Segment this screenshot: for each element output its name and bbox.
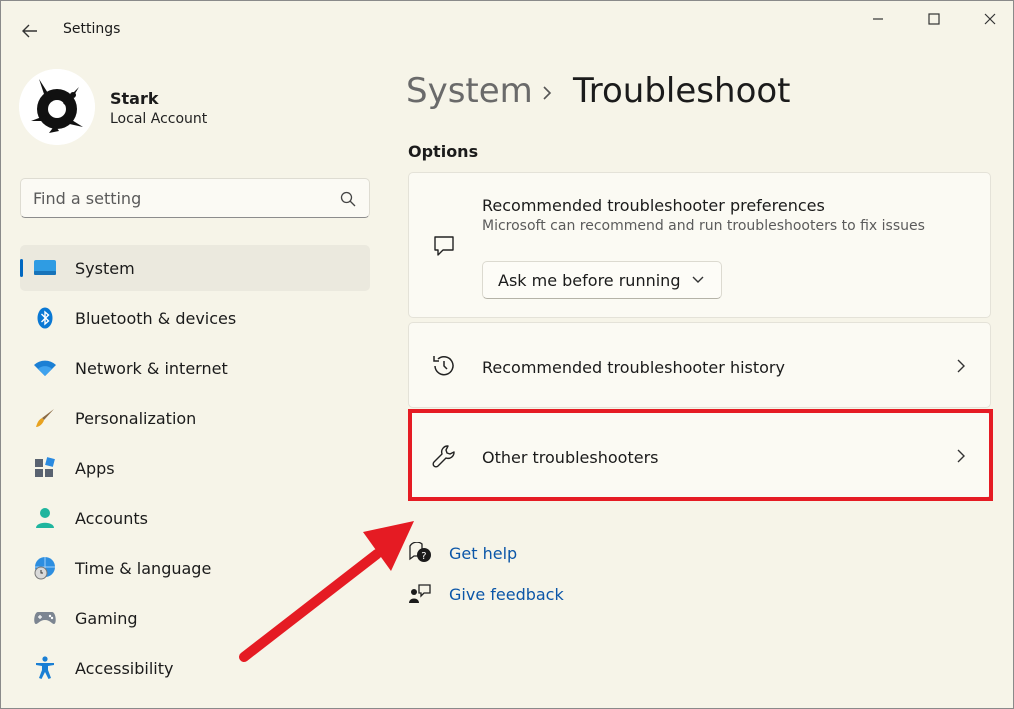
other-troubleshooters-card[interactable]: Other troubleshooters	[408, 412, 991, 498]
system-icon	[33, 257, 57, 279]
breadcrumb-parent[interactable]: System	[406, 71, 533, 111]
sidebar-item-network[interactable]: Network & internet	[20, 345, 370, 391]
sidebar-item-label: System	[75, 258, 135, 278]
sidebar-item-time-language[interactable]: Time & language	[20, 545, 370, 591]
back-button[interactable]	[15, 19, 45, 43]
gamepad-icon	[33, 607, 57, 629]
get-help-label[interactable]: Get help	[449, 544, 517, 563]
close-button[interactable]	[963, 5, 1014, 33]
dropdown-value: Ask me before running	[498, 271, 681, 290]
user-avatar-icon	[19, 69, 95, 145]
accessibility-icon	[33, 656, 57, 679]
give-feedback-link[interactable]: Give feedback	[408, 581, 564, 607]
history-icon	[431, 353, 457, 379]
sidebar-item-label: Personalization	[75, 408, 197, 428]
sidebar-item-label: Time & language	[75, 558, 212, 578]
search-box	[20, 178, 370, 218]
maximize-icon	[928, 13, 940, 25]
brush-icon	[33, 407, 57, 429]
chevron-down-icon	[692, 276, 704, 283]
wifi-icon	[33, 357, 57, 379]
sidebar-item-personalization[interactable]: Personalization	[20, 395, 370, 441]
section-title: Options	[408, 142, 479, 161]
sidebar-item-bluetooth[interactable]: Bluetooth & devices	[20, 295, 370, 341]
preferences-dropdown[interactable]: Ask me before running	[482, 261, 722, 299]
apps-icon	[33, 457, 57, 479]
sidebar-item-label: Bluetooth & devices	[75, 308, 237, 328]
chevron-right-icon	[957, 449, 965, 463]
minimize-button[interactable]	[851, 5, 905, 33]
close-icon	[984, 13, 996, 25]
get-help-link[interactable]: ? Get help	[408, 540, 517, 566]
sidebar-item-accessibility[interactable]: Accessibility	[20, 645, 370, 691]
app-title: Settings	[63, 21, 121, 37]
bluetooth-icon	[33, 307, 57, 329]
maximize-button[interactable]	[907, 5, 961, 33]
history-title: Recommended troubleshooter history	[482, 358, 785, 377]
sidebar-item-gaming[interactable]: Gaming	[20, 595, 370, 641]
wrench-icon	[431, 443, 457, 469]
history-card[interactable]: Recommended troubleshooter history	[408, 322, 991, 408]
minimize-icon	[873, 18, 883, 20]
search-input[interactable]	[33, 187, 333, 209]
search-icon[interactable]	[339, 190, 357, 208]
sidebar-item-label: Accessibility	[75, 658, 174, 678]
sidebar-item-label: Apps	[75, 458, 115, 478]
chat-bubble-icon	[431, 233, 457, 259]
feedback-icon	[409, 584, 431, 603]
sidebar-item-label: Accounts	[75, 508, 148, 528]
account-type: Local Account	[110, 111, 208, 127]
preferences-card: Recommended troubleshooter preferences M…	[408, 172, 991, 318]
settings-window: Settings Stark Local Account Find a sett…	[0, 0, 1014, 709]
sidebar-item-accounts[interactable]: Accounts	[20, 495, 370, 541]
svg-text:?: ?	[421, 551, 426, 562]
help-chat-icon: ?	[409, 542, 431, 562]
accounts-icon	[33, 507, 57, 529]
preferences-title: Recommended troubleshooter preferences	[482, 196, 825, 215]
sidebar-item-apps[interactable]: Apps	[20, 445, 370, 491]
sidebar-item-system[interactable]: System	[20, 245, 370, 291]
sidebar-item-label: Gaming	[75, 608, 138, 628]
back-arrow-icon	[22, 24, 37, 38]
title-bar: Settings	[1, 1, 1013, 59]
chevron-right-icon	[957, 359, 965, 373]
user-name: Stark	[110, 89, 159, 108]
preferences-subtitle: Microsoft can recommend and run troubles…	[482, 218, 925, 234]
sidebar-nav: System Bluetooth & devices Network & int…	[20, 245, 370, 695]
other-troubleshooters-title: Other troubleshooters	[482, 448, 659, 467]
page-title: Troubleshoot	[573, 71, 791, 111]
avatar[interactable]	[19, 69, 95, 145]
give-feedback-label[interactable]: Give feedback	[449, 585, 564, 604]
sidebar-item-label: Network & internet	[75, 358, 228, 378]
breadcrumb-chevron-icon	[543, 86, 552, 100]
globe-clock-icon	[33, 557, 57, 580]
